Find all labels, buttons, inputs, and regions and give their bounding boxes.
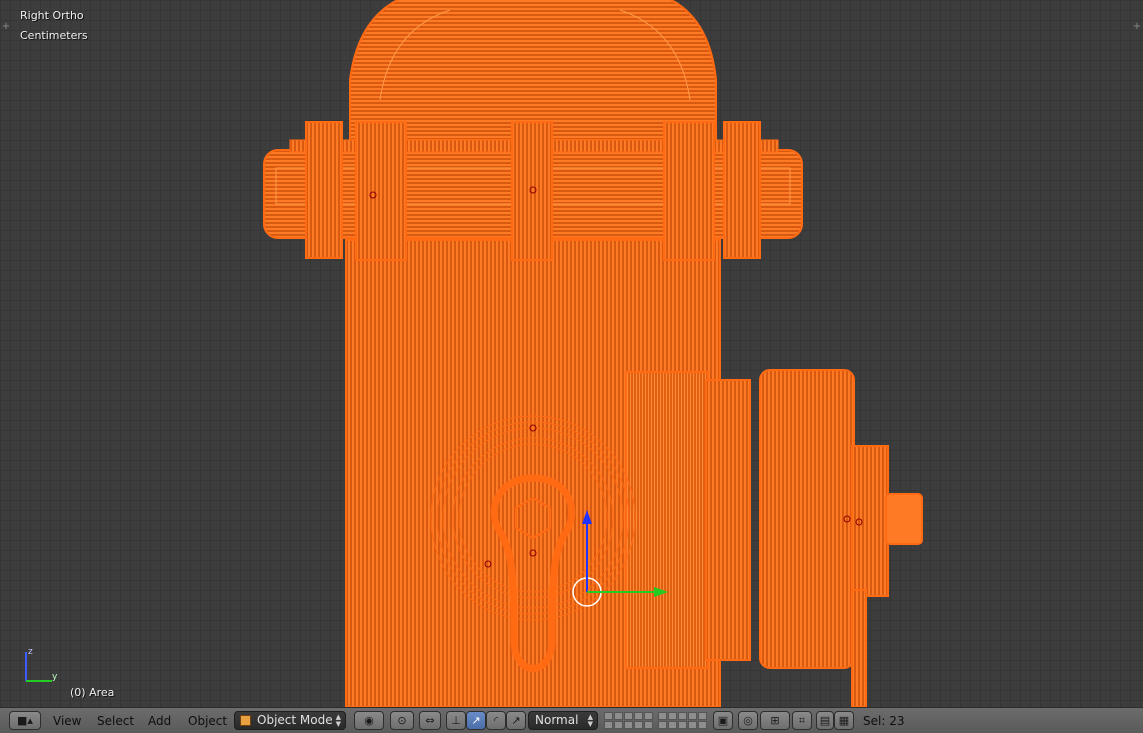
pivot-point-icon: ⊙ xyxy=(397,714,407,727)
translate-manipulator[interactable]: ↗ xyxy=(466,711,486,730)
snap-target-icon: ⊞ xyxy=(770,714,780,727)
3d-viewport[interactable]: z y Right Ortho Centimeters (0) Area + + xyxy=(0,0,1143,707)
render-button[interactable]: ▤ xyxy=(816,711,834,730)
rotate-icon: ◜ xyxy=(493,714,499,727)
scale-manipulator[interactable]: ↗ xyxy=(506,711,526,730)
manipulator-icon: ⊥ xyxy=(451,714,461,727)
cube-icon: ■▴ xyxy=(17,714,33,727)
layers-grid-b[interactable] xyxy=(658,712,707,729)
orientation-label: Normal xyxy=(535,713,579,727)
rotate-manipulator[interactable]: ◜ xyxy=(486,711,506,730)
scale-icon: ↗ xyxy=(511,714,521,727)
proportional-edit-button[interactable]: ◎ xyxy=(738,711,758,730)
viewport-shading-button[interactable]: ◉ xyxy=(354,711,384,730)
viewport-header: ■▴ View Select Add Object Object Mode ▲ ▼… xyxy=(0,707,1143,733)
camera-icon: ▤ xyxy=(819,714,831,727)
axis-z-label: z xyxy=(28,647,33,657)
mode-selector[interactable]: Object Mode ▲ ▼ xyxy=(234,711,346,730)
transform-orientation-select[interactable]: Normal ▲ ▼ xyxy=(528,711,598,730)
snap-target-button[interactable]: ⊞ xyxy=(760,711,790,730)
pivot-point-button[interactable]: ⊙ xyxy=(390,711,414,730)
snap-icon: ⇔ xyxy=(425,714,435,727)
clapperboard-icon: ▦ xyxy=(838,714,850,727)
translate-icon: ↗ xyxy=(471,714,481,727)
chevron-updown-icon: ▲ ▼ xyxy=(587,713,593,728)
layer-lock-icon: ▣ xyxy=(717,714,729,727)
lock-layers-button[interactable]: ▣ xyxy=(713,711,733,730)
menu-object[interactable]: Object xyxy=(188,714,227,728)
view-name-label: Right Ortho xyxy=(20,9,84,22)
hydrant-dome xyxy=(349,0,717,141)
axis-y-label: y xyxy=(52,672,58,682)
axis-indicator: z y xyxy=(25,647,58,682)
snap-element-button[interactable]: ⌗ xyxy=(792,711,812,730)
layers-grid-a[interactable] xyxy=(604,712,653,729)
shading-icon: ◉ xyxy=(364,714,374,727)
editor-type-button[interactable]: ■▴ xyxy=(9,711,41,730)
snap-toggle-button[interactable]: ⇔ xyxy=(419,711,441,730)
menu-view[interactable]: View xyxy=(53,714,81,728)
units-label: Centimeters xyxy=(20,29,88,42)
chevron-updown-icon: ▲ ▼ xyxy=(335,713,341,728)
flange-bolts xyxy=(305,121,761,261)
proportional-edit-icon: ◎ xyxy=(743,714,753,727)
region-expand-left-icon[interactable]: + xyxy=(1,22,11,32)
menu-add[interactable]: Add xyxy=(148,714,171,728)
menu-select[interactable]: Select xyxy=(97,714,134,728)
selection-count: Sel: 23 xyxy=(863,714,905,728)
snap-element-icon: ⌗ xyxy=(798,714,806,727)
region-expand-right-icon[interactable]: + xyxy=(1132,22,1142,32)
side-nozzle xyxy=(625,369,923,707)
render-animation-button[interactable]: ▦ xyxy=(834,711,854,730)
object-info-label: (0) Area xyxy=(70,686,115,699)
mode-label: Object Mode xyxy=(257,713,333,727)
object-mode-icon xyxy=(240,715,251,726)
fire-hydrant-wireframe[interactable]: z y xyxy=(0,0,1143,707)
manipulator-toggle[interactable]: ⊥ xyxy=(446,711,466,730)
